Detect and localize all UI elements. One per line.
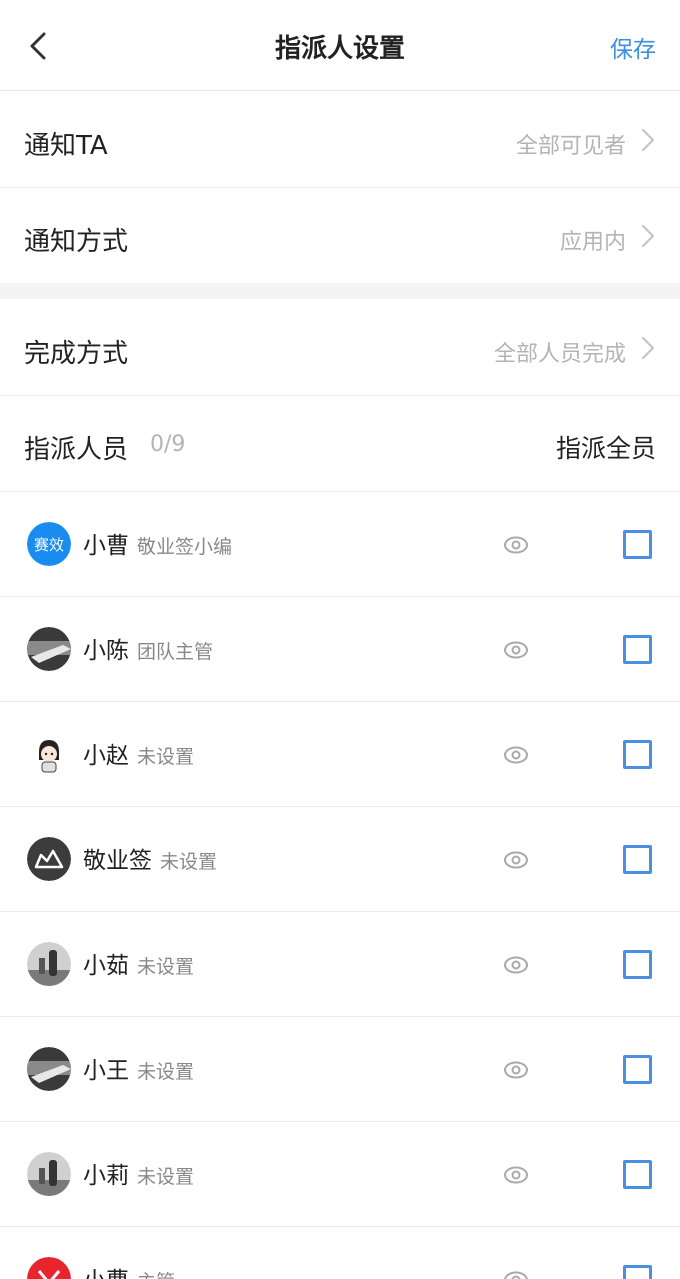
member-row[interactable]: 小莉 未设置 <box>0 1122 680 1227</box>
member-checkbox[interactable] <box>623 530 652 559</box>
eye-icon[interactable] <box>503 637 529 663</box>
avatar: 赛效 <box>27 522 71 566</box>
member-name: 小王 未设置 <box>83 1058 195 1084</box>
eye-icon[interactable] <box>503 532 529 558</box>
member-checkbox[interactable] <box>623 635 652 664</box>
member-checkbox[interactable] <box>623 1160 652 1189</box>
avatar <box>27 837 71 881</box>
avatar <box>27 1152 71 1196</box>
assign-label: 指派人员 <box>24 435 129 465</box>
red-logo-avatar-icon <box>27 1257 71 1279</box>
nav-header: 指派人设置 保存 <box>0 0 680 91</box>
save-button[interactable]: 保存 <box>610 30 656 64</box>
member-name: 小曹 敬业签小编 <box>83 533 233 559</box>
member-role: 主管 <box>137 1271 175 1279</box>
bottle-photo-avatar-icon <box>27 942 71 986</box>
member-row[interactable]: 赛效 小曹 敬业签小编 <box>0 492 680 597</box>
section-gap <box>0 283 680 299</box>
member-role: 团队主管 <box>137 641 214 663</box>
eye-icon[interactable] <box>503 1267 529 1279</box>
notify-label: 通知TA <box>24 131 108 161</box>
avatar <box>27 1047 71 1091</box>
eye-icon[interactable] <box>503 1162 529 1188</box>
member-row[interactable]: 小赵 未设置 <box>0 702 680 807</box>
member-checkbox[interactable] <box>623 845 652 874</box>
member-row[interactable]: 小茹 未设置 <box>0 912 680 1017</box>
member-name: 小曹主管 <box>83 1261 175 1279</box>
notify-method-value: 应用内 <box>559 230 626 255</box>
member-checkbox[interactable] <box>623 1265 652 1279</box>
assign-count: 0/9 <box>150 432 186 457</box>
member-row[interactable]: 小陈 团队主管 <box>0 597 680 702</box>
member-name: 小陈 团队主管 <box>83 638 214 664</box>
member-checkbox[interactable] <box>623 740 652 769</box>
member-role: 未设置 <box>160 851 218 873</box>
assign-all-button[interactable]: 指派全员 <box>556 429 656 465</box>
avatar <box>27 627 71 671</box>
desk-photo-avatar-icon <box>27 627 71 671</box>
member-role: 未设置 <box>137 956 195 978</box>
chevron-right-icon <box>641 336 655 360</box>
notify-row[interactable]: 通知TA 全部可见者 <box>0 92 680 187</box>
notify-method-row[interactable]: 通知方式 应用内 <box>0 188 680 283</box>
member-row[interactable]: 小曹主管 <box>0 1227 680 1279</box>
member-role: 未设置 <box>137 1166 195 1188</box>
member-checkbox[interactable] <box>623 1055 652 1084</box>
completion-row[interactable]: 完成方式 全部人员完成 <box>0 299 680 395</box>
member-row[interactable]: 敬业签 未设置 <box>0 807 680 912</box>
member-role: 未设置 <box>137 746 195 768</box>
page-title: 指派人设置 <box>274 34 405 64</box>
member-name: 敬业签 未设置 <box>83 848 218 874</box>
notify-method-label: 通知方式 <box>24 227 129 257</box>
completion-label: 完成方式 <box>24 339 129 369</box>
cartoon-girl-avatar-icon <box>27 732 71 776</box>
avatar <box>27 942 71 986</box>
eye-icon[interactable] <box>503 1057 529 1083</box>
eye-icon[interactable] <box>503 847 529 873</box>
completion-value: 全部人员完成 <box>493 342 626 367</box>
chevron-right-icon <box>641 224 655 248</box>
member-role: 未设置 <box>137 1061 195 1083</box>
assign-header-row: 指派人员 0/9 指派全员 <box>0 396 680 491</box>
notify-value: 全部可见者 <box>515 134 626 159</box>
avatar <box>27 732 71 776</box>
svg-text:赛效: 赛效 <box>34 536 64 554</box>
chevron-right-icon <box>641 128 655 152</box>
member-name: 小茹 未设置 <box>83 953 195 979</box>
dark-logo-avatar-icon <box>27 837 71 881</box>
member-name: 小赵 未设置 <box>83 743 195 769</box>
member-role: 敬业签小编 <box>137 536 233 558</box>
member-row[interactable]: 小王 未设置 <box>0 1017 680 1122</box>
bottle-photo-avatar-icon <box>27 1152 71 1196</box>
member-checkbox[interactable] <box>623 950 652 979</box>
desk-photo-avatar-icon <box>27 1047 71 1091</box>
member-name: 小莉 未设置 <box>83 1163 195 1189</box>
avatar <box>27 1257 71 1279</box>
eye-icon[interactable] <box>503 952 529 978</box>
eye-icon[interactable] <box>503 742 529 768</box>
blue-logo-avatar-icon: 赛效 <box>27 522 71 566</box>
